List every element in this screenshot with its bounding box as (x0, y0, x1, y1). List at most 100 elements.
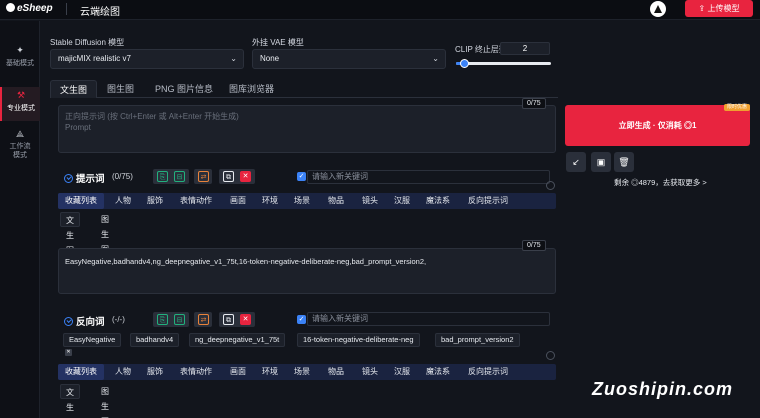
prompt-section-title[interactable]: 提示词 (64, 171, 105, 185)
vae-model-select[interactable]: None ⌄ (252, 49, 446, 69)
sidebar-item-workflow[interactable]: ⟁ 工作流模式 (0, 129, 40, 160)
tab-png-info[interactable]: PNG 图片信息 (146, 80, 222, 98)
negative-prompt-input[interactable]: EasyNegative,badhandv4,ng_deepnegative_v… (58, 248, 556, 294)
category-tab[interactable]: 反向提示词 (461, 193, 515, 209)
tool-group-a: ⎘ ⊟ (153, 169, 189, 184)
category-tab[interactable]: 场景 (287, 193, 317, 209)
tool-group-c: ⧉ ✕ (219, 312, 255, 327)
sd-model-select[interactable]: majicMIX realistic v7 ⌄ (50, 49, 244, 69)
sub-tab-img2img[interactable]: 图生图 (96, 384, 114, 418)
sparkle-icon: ✦ (16, 45, 24, 55)
category-tab[interactable]: 画面 (223, 193, 253, 209)
bookmark-icon[interactable]: ⊟ (174, 314, 185, 325)
sd-model-value: majicMIX realistic v7 (58, 54, 131, 63)
tool-group-b: ⇄ (194, 169, 212, 184)
keyword-checkbox[interactable]: ✓ (297, 315, 306, 324)
tag-chip[interactable]: badhandv4 (130, 333, 180, 347)
bookmark-icon[interactable]: ⊟ (174, 171, 185, 182)
category-tab[interactable]: 画面 (223, 364, 253, 380)
negative-token-counter: 0/75 (522, 240, 546, 251)
generate-button[interactable]: 立即生成 · 仅消耗 ◎1 (565, 105, 750, 146)
positive-token-counter: 0/75 (522, 98, 546, 109)
category-tab[interactable]: 镜头 (355, 364, 385, 380)
tab-gallery[interactable]: 图库浏览器 (220, 80, 283, 98)
tag-chip[interactable]: 16-token-negative-deliberate-neg (297, 333, 420, 347)
sub-tab-img2img[interactable]: 图生图 (96, 212, 114, 254)
copy-icon[interactable]: ⎘ (157, 171, 168, 182)
category-tab[interactable]: 魔法系 (419, 193, 457, 209)
vae-model-value: None (260, 54, 280, 63)
category-tab[interactable]: 表情动作 (173, 364, 219, 380)
negative-section-title[interactable]: 反向词 (64, 314, 105, 328)
sidebar-item-pro[interactable]: ⚒ 专业模式 (0, 87, 40, 121)
user-avatar[interactable] (650, 1, 666, 17)
sidebar: ✦ 基础模式 ⚒ 专业模式 ⟁ 工作流模式 (0, 21, 40, 418)
chevron-down-icon: ⌄ (432, 54, 439, 63)
negative-section-count: (-/-) (112, 315, 125, 324)
remaining-credits[interactable]: 剩余 ◎4879，去获取更多 > (614, 177, 707, 188)
delete-button[interactable]: 🗑 (614, 152, 634, 172)
sidebar-item-label: 基础模式 (6, 60, 34, 67)
keyword-checkbox[interactable]: ✓ (297, 172, 306, 181)
copy-icon[interactable]: ⎘ (157, 314, 168, 325)
category-tab[interactable]: 表情动作 (173, 193, 219, 209)
category-tab[interactable]: 环境 (255, 364, 285, 380)
top-bar: eSheep 云端绘图 ⇪ 上传模型 (0, 0, 760, 20)
tool-group-a: ⎘ ⊟ (153, 312, 189, 327)
paste-icon[interactable]: ⧉ (223, 171, 234, 182)
category-tab[interactable]: 汉服 (387, 193, 417, 209)
trash-icon[interactable]: ✕ (240, 314, 251, 325)
send-arrow-button[interactable]: ↙ (566, 152, 586, 172)
category-tab[interactable]: 镜头 (355, 193, 385, 209)
category-tab[interactable]: 人物 (108, 364, 138, 380)
category-bar: 收藏列表 人物 服饰 表情动作 画面 环境 场景 物品 镜头 汉服 魔法系 反向提示词 (58, 364, 556, 380)
info-icon[interactable] (546, 181, 555, 190)
category-tab[interactable]: 物品 (321, 364, 351, 380)
trash-icon[interactable]: ✕ (240, 171, 251, 182)
upload-model-label: 上传模型 (707, 4, 740, 13)
translate-icon[interactable]: ⇄ (198, 314, 209, 325)
prompt-section-title-text: 提示词 (76, 174, 105, 185)
save-preset-button[interactable]: ▣ (591, 152, 611, 172)
clip-slider[interactable] (456, 59, 551, 68)
upload-model-button[interactable]: ⇪ 上传模型 (685, 0, 753, 17)
category-tab[interactable]: 物品 (321, 193, 351, 209)
tag-chip[interactable]: bad_prompt_version2 (435, 333, 520, 347)
translate-icon[interactable]: ⇄ (198, 171, 209, 182)
category-tab[interactable]: 服饰 (140, 193, 170, 209)
sidebar-item-basic[interactable]: ✦ 基础模式 (0, 45, 40, 68)
clip-value-input[interactable]: 2 (500, 42, 550, 55)
paste-icon[interactable]: ⧉ (223, 314, 234, 325)
sub-tab-txt2img[interactable]: 文生图 (60, 384, 80, 412)
tag-chip[interactable]: EasyNegative (63, 333, 122, 347)
category-tab[interactable]: 环境 (255, 193, 285, 209)
category-tab[interactable]: 反向提示词 (461, 364, 515, 380)
category-tab[interactable]: 人物 (108, 193, 138, 209)
category-tab[interactable]: 收藏列表 (58, 364, 104, 380)
category-tab[interactable]: 服饰 (140, 364, 170, 380)
sheep-logo-icon (6, 3, 15, 12)
sidebar-item-label: 工作流模式 (9, 143, 31, 159)
workflow-icon: ⟁ (15, 129, 25, 139)
keyword-input[interactable]: 请输入新关键词 (307, 170, 550, 184)
info-icon[interactable] (546, 351, 555, 360)
tab-img2img[interactable]: 图生图 (98, 80, 143, 98)
tag-chip[interactable]: ng_deepnegative_v1_75t (189, 333, 286, 347)
tab-txt2img[interactable]: 文生图 (50, 80, 98, 98)
prompt-section-count: (0/75) (112, 172, 133, 181)
category-bar: 收藏列表 人物 服饰 表情动作 画面 环境 场景 物品 镜头 汉服 魔法系 反向提示词 (58, 193, 556, 209)
positive-prompt-input[interactable]: 正向提示词 (按 Ctrl+Enter 或 Alt+Enter 开始生成) Pr… (58, 105, 556, 153)
sub-tab-txt2img[interactable]: 文生图 (60, 212, 80, 255)
vae-model-label: 外挂 VAE 模型 (252, 38, 304, 47)
chevron-down-icon: ⌄ (230, 54, 237, 63)
check-circle-icon (64, 174, 73, 183)
keyword-input[interactable]: 请输入新关键词 (307, 312, 550, 326)
category-tab[interactable]: 场景 (287, 364, 317, 380)
clip-slider-thumb[interactable] (459, 59, 469, 68)
category-tab[interactable]: 汉服 (387, 364, 417, 380)
category-tab[interactable]: 收藏列表 (58, 193, 104, 209)
logo[interactable]: eSheep (6, 3, 53, 14)
tag-remove-icon[interactable]: ✕ (65, 349, 72, 356)
category-tab[interactable]: 魔法系 (419, 364, 457, 380)
prompt-placeholder: 正向提示词 (按 Ctrl+Enter 或 Alt+Enter 开始生成) (65, 112, 239, 121)
